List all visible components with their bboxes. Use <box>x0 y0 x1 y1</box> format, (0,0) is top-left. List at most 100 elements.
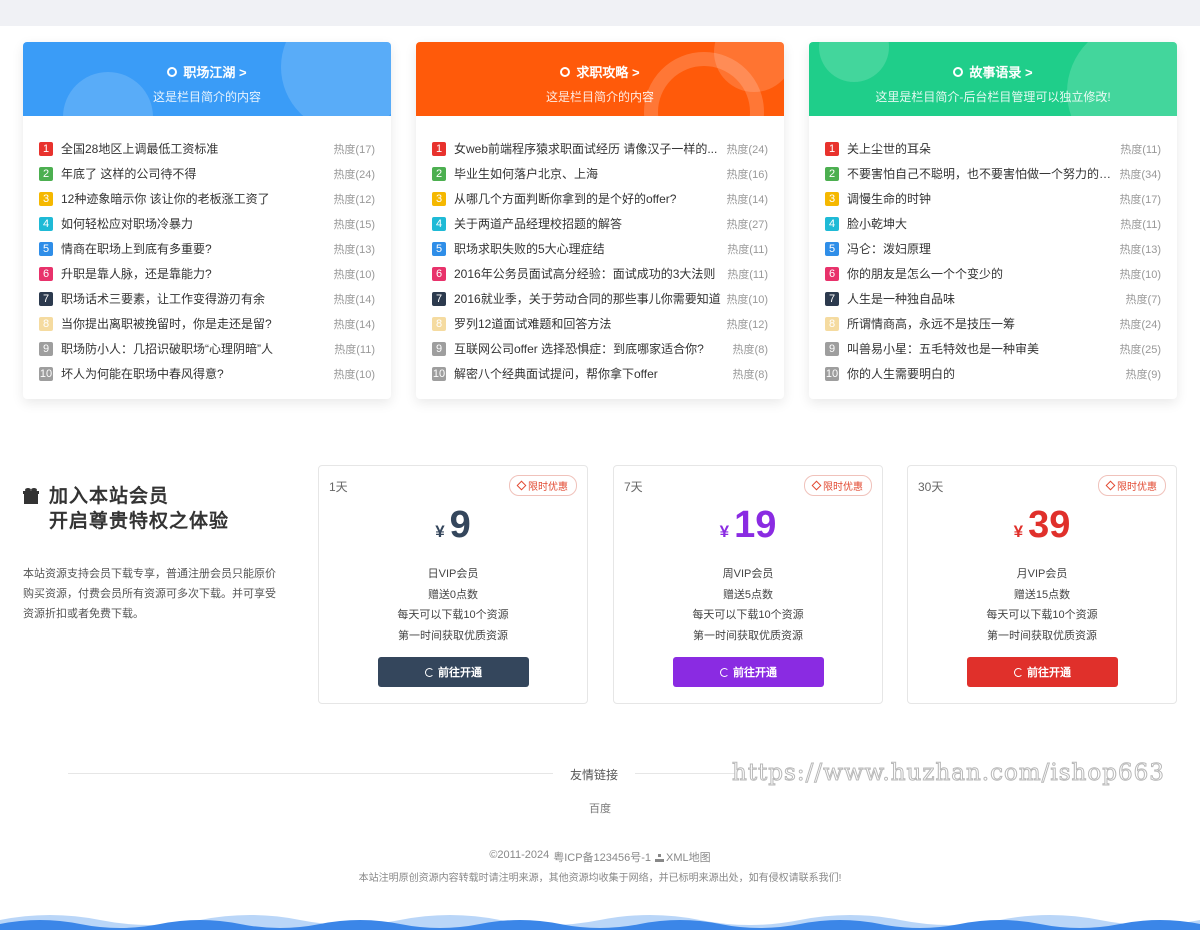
plan-features: 周VIP会员 赠送5点数 每天可以下载10个资源 第一时间获取优质资源 <box>614 564 882 646</box>
rank-title[interactable]: 冯仑：泼妇原理 <box>847 240 1115 257</box>
plan-currency: ¥ <box>719 522 730 541</box>
rank-hot-count: 热度(24) <box>1119 318 1161 331</box>
rank-item[interactable]: 9 互联网公司offer 选择恐惧症：到底哪家适合你? 热度(8) <box>432 336 768 361</box>
rank-item[interactable]: 10 解密八个经典面试提问，帮你拿下offer 热度(8) <box>432 361 768 386</box>
rank-title[interactable]: 脸小乾坤大 <box>847 215 1116 232</box>
rank-hot-count: 热度(17) <box>1119 193 1161 206</box>
plan-feature: 日VIP会员 <box>427 568 479 580</box>
rank-item[interactable]: 8 所谓情商高，永远不是技压一筹 热度(24) <box>825 311 1161 336</box>
rank-item[interactable]: 10 坏人为何能在职场中春风得意? 热度(10) <box>39 361 375 386</box>
plan-currency: ¥ <box>1013 522 1024 541</box>
rank-hot-count: 热度(10) <box>333 368 375 381</box>
rank-title[interactable]: 你的人生需要明白的 <box>847 365 1122 382</box>
rank-title[interactable]: 职场求职失败的5大心理症结 <box>454 240 723 257</box>
rank-title[interactable]: 互联网公司offer 选择恐惧症：到底哪家适合你? <box>454 340 729 357</box>
rank-title[interactable]: 全国28地区上调最低工资标准 <box>61 140 329 157</box>
rank-item[interactable]: 7 职场话术三要素，让工作变得游刃有余 热度(14) <box>39 286 375 311</box>
rank-number: 4 <box>39 216 53 231</box>
rank-item[interactable]: 4 关于两道产品经理校招题的解答 热度(27) <box>432 211 768 236</box>
rank-item[interactable]: 4 脸小乾坤大 热度(11) <box>825 211 1161 236</box>
open-plan-button[interactable]: 前往开通 <box>967 657 1118 687</box>
open-plan-button[interactable]: 前往开通 <box>673 657 824 687</box>
rank-title[interactable]: 如何轻松应对职场冷暴力 <box>61 215 329 232</box>
plan-badge: 限时优惠 <box>1098 475 1166 496</box>
open-plan-button-label: 前往开通 <box>1027 667 1071 679</box>
rank-item[interactable]: 7 人生是一种独自品味 热度(7) <box>825 286 1161 311</box>
rank-item[interactable]: 10 你的人生需要明白的 热度(9) <box>825 361 1161 386</box>
rank-title[interactable]: 叫兽易小星：五毛特效也是一种审美 <box>847 340 1115 357</box>
rank-title[interactable]: 罗列12道面试难题和回答方法 <box>454 315 722 332</box>
rank-title[interactable]: 坏人为何能在职场中春风得意? <box>61 365 329 382</box>
rank-title[interactable]: 当你提出离职被挽留时，你是走还是留? <box>61 315 329 332</box>
rank-item[interactable]: 1 女web前端程序猿求职面试经历 请像汉子一样的... 热度(24) <box>432 136 768 161</box>
rank-item[interactable]: 3 从哪几个方面判断你拿到的是个好的offer? 热度(14) <box>432 186 768 211</box>
rank-item[interactable]: 2 毕业生如何落户北京、上海 热度(16) <box>432 161 768 186</box>
rank-title[interactable]: 女web前端程序猿求职面试经历 请像汉子一样的... <box>454 140 722 157</box>
rank-item[interactable]: 5 冯仑：泼妇原理 热度(13) <box>825 236 1161 261</box>
plan-badge: 限时优惠 <box>804 475 872 496</box>
rank-title[interactable]: 12种迹象暗示你 该让你的老板涨工资了 <box>61 190 329 207</box>
rank-title[interactable]: 升职是靠人脉，还是靠能力? <box>61 265 329 282</box>
rank-item[interactable]: 2 不要害怕自己不聪明，也不要害怕做一个努力的普... 热度(34) <box>825 161 1161 186</box>
rank-number: 2 <box>825 166 839 181</box>
rank-item[interactable]: 6 你的朋友是怎么一个个变少的 热度(10) <box>825 261 1161 286</box>
rank-title[interactable]: 从哪几个方面判断你拿到的是个好的offer? <box>454 190 722 207</box>
rank-item[interactable]: 5 职场求职失败的5大心理症结 热度(11) <box>432 236 768 261</box>
rank-item[interactable]: 3 调慢生命的时钟 热度(17) <box>825 186 1161 211</box>
rank-item[interactable]: 8 罗列12道面试难题和回答方法 热度(12) <box>432 311 768 336</box>
rank-number: 10 <box>825 366 839 381</box>
plan-feature: 第一时间获取优质资源 <box>398 629 508 642</box>
rank-title[interactable]: 职场话术三要素，让工作变得游刃有余 <box>61 290 329 307</box>
rank-hot-count: 热度(10) <box>726 293 768 306</box>
open-plan-button[interactable]: 前往开通 <box>378 657 529 687</box>
rank-title[interactable]: 关于两道产品经理校招题的解答 <box>454 215 722 232</box>
vip-intro: 加入本站会员 开启尊贵特权之体验 本站资源支持会员下载专享，普通注册会员只能原价… <box>23 484 283 624</box>
rank-number: 3 <box>39 191 53 206</box>
watermark-text: https://www.huzhan.com/ishop663 <box>732 760 1165 787</box>
rank-item[interactable]: 5 情商在职场上到底有多重要? 热度(13) <box>39 236 375 261</box>
card-title[interactable]: 故事语录 > <box>809 42 1177 81</box>
rank-item[interactable]: 6 2016年公务员面试高分经验：面试成功的3大法则 热度(11) <box>432 261 768 286</box>
sitemap-link[interactable]: XML地图 <box>655 849 711 865</box>
card-title[interactable]: 职场江湖 > <box>23 42 391 81</box>
rank-title[interactable]: 调慢生命的时钟 <box>847 190 1115 207</box>
rank-title[interactable]: 解密八个经典面试提问，帮你拿下offer <box>454 365 729 382</box>
rank-title[interactable]: 2016就业季，关于劳动合同的那些事儿你需要知道 <box>454 290 722 307</box>
top-bar <box>0 0 1200 26</box>
rank-title[interactable]: 所谓情商高，永远不是技压一筹 <box>847 315 1115 332</box>
rank-item[interactable]: 6 升职是靠人脉，还是靠能力? 热度(10) <box>39 261 375 286</box>
card-header[interactable]: 职场江湖 > 这是栏目简介的内容 <box>23 42 391 116</box>
card-title-text: 职场江湖 > <box>183 65 247 80</box>
rank-number: 9 <box>432 341 446 356</box>
icp-link[interactable]: 粤ICP备123456号-1 <box>553 849 651 865</box>
rank-item[interactable]: 8 当你提出离职被挽留时，你是走还是留? 热度(14) <box>39 311 375 336</box>
card-career: 职场江湖 > 这是栏目简介的内容 1 全国28地区上调最低工资标准 热度(17) 2 年… <box>23 42 391 399</box>
rank-item[interactable]: 1 关上尘世的耳朵 热度(11) <box>825 136 1161 161</box>
rank-title[interactable]: 关上尘世的耳朵 <box>847 140 1116 157</box>
rank-item[interactable]: 7 2016就业季，关于劳动合同的那些事儿你需要知道 热度(10) <box>432 286 768 311</box>
rank-item[interactable]: 9 职场防小人：几招识破职场“心理阴暗”人 热度(11) <box>39 336 375 361</box>
rank-title[interactable]: 情商在职场上到底有多重要? <box>61 240 329 257</box>
rank-item[interactable]: 4 如何轻松应对职场冷暴力 热度(15) <box>39 211 375 236</box>
rank-title[interactable]: 职场防小人：几招识破职场“心理阴暗”人 <box>61 340 330 357</box>
plan-price: ¥19 <box>614 504 882 547</box>
rank-item[interactable]: 3 12种迹象暗示你 该让你的老板涨工资了 热度(12) <box>39 186 375 211</box>
friend-link[interactable]: 百度 <box>0 800 1200 816</box>
plan-day: 1天 限时优惠 ¥9 日VIP会员 赠送0点数 每天可以下载10个资源 第一时间… <box>318 465 588 704</box>
card-title[interactable]: 求职攻略 > <box>416 42 784 81</box>
rank-title[interactable]: 你的朋友是怎么一个个变少的 <box>847 265 1115 282</box>
card-header[interactable]: 求职攻略 > 这是栏目简介的内容 <box>416 42 784 116</box>
vip-description: 本站资源支持会员下载专享，普通注册会员只能原价购买资源，付费会员所有资源可多次下… <box>23 568 276 620</box>
sitemap-link-text: XML地图 <box>666 852 711 864</box>
rank-title[interactable]: 毕业生如何落户北京、上海 <box>454 165 722 182</box>
rank-title[interactable]: 不要害怕自己不聪明，也不要害怕做一个努力的普... <box>847 165 1115 182</box>
rank-item[interactable]: 2 年底了 这样的公司待不得 热度(24) <box>39 161 375 186</box>
rank-hot-count: 热度(12) <box>333 193 375 206</box>
rank-item[interactable]: 1 全国28地区上调最低工资标准 热度(17) <box>39 136 375 161</box>
plan-week: 7天 限时优惠 ¥19 周VIP会员 赠送5点数 每天可以下载10个资源 第一时… <box>613 465 883 704</box>
rank-title[interactable]: 人生是一种独自品味 <box>847 290 1122 307</box>
rank-item[interactable]: 9 叫兽易小星：五毛特效也是一种审美 热度(25) <box>825 336 1161 361</box>
rank-title[interactable]: 年底了 这样的公司待不得 <box>61 165 329 182</box>
rank-title[interactable]: 2016年公务员面试高分经验：面试成功的3大法则 <box>454 265 723 282</box>
card-header[interactable]: 故事语录 > 这里是栏目简介-后台栏目管理可以独立修改! <box>809 42 1177 116</box>
